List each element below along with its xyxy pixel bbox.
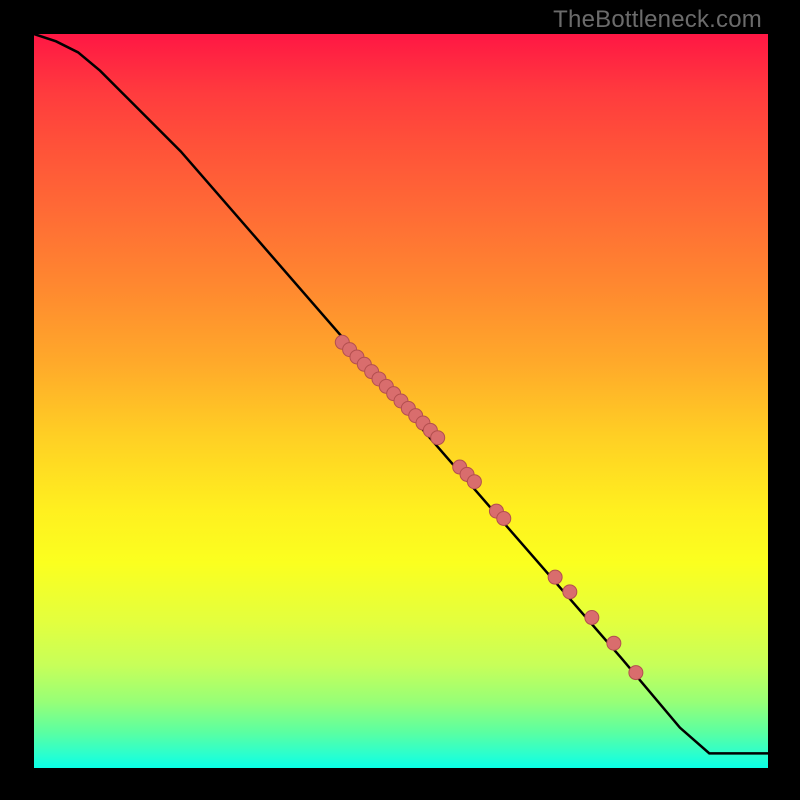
scatter-point bbox=[607, 636, 621, 650]
chart-overlay bbox=[34, 34, 768, 768]
scatter-point bbox=[585, 611, 599, 625]
scatter-point bbox=[497, 511, 511, 525]
scatter-point bbox=[467, 475, 481, 489]
scatter-point bbox=[563, 585, 577, 599]
watermark-text: TheBottleneck.com bbox=[553, 6, 762, 34]
scatter-point bbox=[431, 431, 445, 445]
chart-root: TheBottleneck.com bbox=[0, 0, 800, 800]
scatter-point bbox=[629, 666, 643, 680]
scatter-point bbox=[548, 570, 562, 584]
